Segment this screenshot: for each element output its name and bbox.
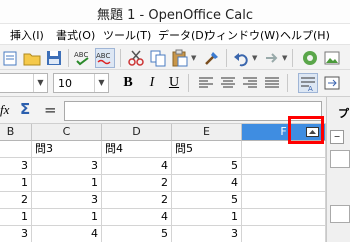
formatting-toolbar: ▼ 10 ▼ B I U A xyxy=(0,70,350,97)
svg-text:A: A xyxy=(308,85,313,92)
toolbar-separator xyxy=(292,49,293,67)
spellcheck-icon[interactable]: ABC xyxy=(73,48,93,68)
cell[interactable] xyxy=(0,141,32,158)
sidebar-field[interactable] xyxy=(330,205,350,223)
cell[interactable]: 3 xyxy=(172,226,242,242)
toolbar-separator xyxy=(188,74,189,92)
sidebar-title: プロ xyxy=(338,107,350,120)
menu-insert[interactable]: 挿入(I) xyxy=(10,27,44,43)
cell[interactable]: 4 xyxy=(172,175,242,192)
redo-dropdown-icon[interactable]: ▼ xyxy=(282,54,287,62)
cell[interactable]: 1 xyxy=(0,175,32,192)
open-icon[interactable] xyxy=(22,48,42,68)
save-icon[interactable] xyxy=(44,48,64,68)
italic-button[interactable]: I xyxy=(144,75,160,91)
title-bar: 無題 1 - OpenOffice Calc xyxy=(0,0,350,24)
formula-input[interactable] xyxy=(64,101,322,121)
window-title: 無題 1 - OpenOffice Calc xyxy=(97,8,253,23)
cell[interactable] xyxy=(242,226,326,242)
cell[interactable]: 問5 xyxy=(172,141,242,158)
svg-text:ABC: ABC xyxy=(96,52,110,60)
column-header-b[interactable]: B xyxy=(0,124,32,141)
justify-icon[interactable] xyxy=(262,73,282,93)
menu-window[interactable]: ウィンドウ(W) xyxy=(205,27,279,43)
cell[interactable]: 2 xyxy=(102,192,172,209)
cell[interactable]: 4 xyxy=(102,209,172,226)
sidebar-style-field[interactable] xyxy=(330,150,350,168)
formula-equals-button[interactable]: = xyxy=(44,101,57,119)
cell[interactable]: 2 xyxy=(102,175,172,192)
chevron-down-icon[interactable]: ▼ xyxy=(33,74,47,92)
font-size-value: 10 xyxy=(58,77,72,90)
cell[interactable]: 1 xyxy=(32,209,102,226)
paste-dropdown-icon[interactable]: ▼ xyxy=(191,54,196,62)
toolbar-separator xyxy=(226,49,227,67)
menu-tools[interactable]: ツール(T) xyxy=(103,27,151,43)
column-header-d[interactable]: D xyxy=(102,124,172,141)
undo-icon[interactable] xyxy=(232,48,252,68)
cell[interactable] xyxy=(242,175,326,192)
cell[interactable]: 1 xyxy=(0,209,32,226)
highlight-box xyxy=(288,116,324,144)
chevron-down-icon[interactable]: ▼ xyxy=(94,74,108,92)
menu-format[interactable]: 書式(O) xyxy=(56,27,95,43)
toolbar-separator xyxy=(120,49,121,67)
cell[interactable] xyxy=(242,158,326,175)
align-left-icon[interactable] xyxy=(196,73,216,93)
bold-button[interactable]: B xyxy=(120,75,136,91)
cell[interactable]: 4 xyxy=(102,158,172,175)
cell[interactable]: 3 xyxy=(0,158,32,175)
cell[interactable]: 5 xyxy=(102,226,172,242)
cell[interactable]: 2 xyxy=(0,192,32,209)
cell[interactable]: 5 xyxy=(172,192,242,209)
align-right-icon[interactable] xyxy=(240,73,260,93)
svg-text:ABC: ABC xyxy=(74,51,88,59)
cell[interactable]: 問3 xyxy=(32,141,102,158)
cell[interactable] xyxy=(242,192,326,209)
gallery-icon[interactable] xyxy=(322,48,342,68)
cell[interactable]: 4 xyxy=(32,226,102,242)
autospell-icon[interactable]: ABC xyxy=(95,48,115,68)
cell[interactable]: 5 xyxy=(172,158,242,175)
cell[interactable]: 1 xyxy=(172,209,242,226)
wrap-text-icon[interactable]: A xyxy=(298,73,318,93)
cell[interactable]: 1 xyxy=(32,175,102,192)
column-header-c[interactable]: C xyxy=(32,124,102,141)
spreadsheet-grid: B C D E F 問3 問4 問5 3 3 4 5 1 1 2 4 2 3 2… xyxy=(0,124,326,242)
font-size-combo[interactable]: 10 ▼ xyxy=(53,73,109,93)
sidebar-panel: プロ − xyxy=(326,97,350,242)
menu-data[interactable]: データ(D) xyxy=(158,27,208,43)
menu-bar: 挿入(I) 書式(O) ツール(T) データ(D) ウィンドウ(W) ヘルプ(H… xyxy=(0,24,350,44)
paste-icon[interactable] xyxy=(170,48,190,68)
copy-icon[interactable] xyxy=(148,48,168,68)
sidebar-collapse-icon[interactable]: − xyxy=(330,130,344,144)
sum-button[interactable]: Σ xyxy=(20,100,30,118)
cell[interactable]: 3 xyxy=(32,158,102,175)
toolbar-separator xyxy=(287,74,288,92)
cell[interactable] xyxy=(242,209,326,226)
clone-format-icon[interactable] xyxy=(202,48,222,68)
cell[interactable]: 問4 xyxy=(102,141,172,158)
toolbar-separator xyxy=(68,49,69,67)
navigator-icon[interactable] xyxy=(300,48,320,68)
column-header-e[interactable]: E xyxy=(172,124,242,141)
font-name-combo[interactable]: ▼ xyxy=(0,73,48,93)
menu-help[interactable]: ヘルプ(H) xyxy=(280,27,330,43)
merge-cells-icon[interactable] xyxy=(322,73,342,93)
undo-dropdown-icon[interactable]: ▼ xyxy=(252,54,257,62)
function-wizard-button[interactable]: fx xyxy=(0,102,9,118)
underline-button[interactable]: U xyxy=(166,75,182,91)
cut-icon[interactable] xyxy=(126,48,146,68)
standard-toolbar: ABC ABC ▼ ▼ ▼ xyxy=(0,44,350,70)
insert-icon[interactable] xyxy=(0,48,20,68)
cell[interactable]: 3 xyxy=(0,226,32,242)
redo-icon[interactable] xyxy=(262,48,282,68)
cell[interactable]: 3 xyxy=(32,192,102,209)
align-center-icon[interactable] xyxy=(218,73,238,93)
formula-bar: fx Σ = xyxy=(0,97,326,124)
